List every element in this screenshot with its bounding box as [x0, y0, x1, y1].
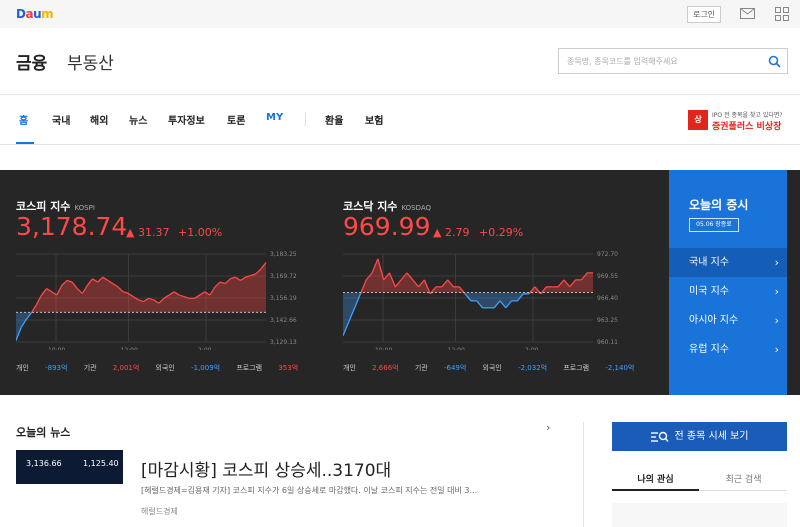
today-market-title: 오늘의 증시: [689, 198, 749, 212]
kosdaq-panel[interactable]: 코스닥 지수 KOSDAQ 969.99 ▲ 2.79 +0.29% 972.70…: [343, 170, 661, 395]
kospi-change-pct: +1.00%: [178, 226, 223, 239]
y-tick-label: 960.11: [597, 339, 618, 346]
login-button[interactable]: 로그인: [687, 6, 721, 23]
tab-my-interest[interactable]: 나의 관심: [612, 472, 699, 485]
y-tick-label: 3,156.19: [270, 295, 297, 302]
kosdaq-investors: 개인 2,666억 기관 -649억 외국인 -2,032억 프로그램 -2,1…: [343, 364, 635, 372]
market-date-badge: 05.06 장종료: [689, 218, 739, 232]
x-tick-label: 12:00: [448, 347, 465, 350]
kospi-chart: 3,183.25 3,169.72 3,156.19 3,142.66 3,129.13…: [16, 251, 297, 350]
ad-tagline: IPO 전 종목을 찾고 있다면?: [712, 112, 783, 119]
divider: [583, 422, 584, 527]
tab-recent-search[interactable]: 최근 검색: [700, 472, 787, 485]
x-tick-label: 2:00: [198, 347, 212, 350]
y-tick-label: 963.25: [597, 317, 618, 324]
tab-active-indicator: [612, 489, 699, 491]
nav-exchange[interactable]: 환율: [325, 112, 343, 127]
x-tick-label: 10:00: [48, 347, 65, 350]
news-section-title: 오늘의 뉴스: [16, 426, 71, 439]
kospi-investors: 개인 -893억 기관 2,001억 외국인 -1,009억 프로그램 353억: [16, 364, 299, 372]
news-thumbnail[interactable]: 3,136.66 1,125.40: [16, 450, 123, 484]
thumb-kospi-figure: 3,136.66: [26, 459, 62, 468]
watch-tabs: 나의 관심 최근 검색: [612, 465, 787, 491]
interest-panel: [612, 503, 787, 527]
mail-icon[interactable]: [740, 8, 755, 19]
search-input[interactable]: [567, 53, 757, 69]
today-market-menu: 오늘의 증시 05.06 장종료 국내 지수 › 미국 지수 › 아시아 지수 › 유…: [669, 170, 787, 395]
finance-title[interactable]: 금융: [16, 49, 47, 74]
search-icon[interactable]: [768, 55, 781, 68]
x-tick-label: 10:00: [375, 347, 392, 350]
thumb-kosdaq-figure: 1,125.40: [83, 459, 119, 468]
y-tick-label: 969.55: [597, 273, 618, 280]
nav-domestic[interactable]: 국내: [52, 112, 70, 127]
y-tick-label: 3,169.72: [270, 273, 297, 280]
y-tick-label: 3,142.66: [270, 317, 297, 324]
up-area: [16, 262, 266, 313]
kosdaq-value: 969.99: [343, 212, 431, 241]
side-item-us[interactable]: 미국 지수 ›: [669, 277, 787, 306]
stockplus-ad[interactable]: 상 IPO 전 종목을 찾고 있다면? 증권플러스 비상장: [688, 109, 800, 133]
chevron-right-icon[interactable]: ›: [546, 421, 550, 434]
nav-discussion[interactable]: 토론: [227, 112, 245, 127]
daum-logo[interactable]: Daum: [16, 7, 54, 21]
stockplus-logo-icon: 상: [688, 110, 708, 130]
y-tick-label: 3,129.13: [270, 339, 297, 346]
nav-my[interactable]: MY: [266, 112, 283, 123]
kosdaq-change-pct: +0.29%: [479, 226, 524, 239]
side-item-domestic[interactable]: 국내 지수 ›: [669, 248, 787, 277]
kospi-panel[interactable]: 코스피 지수 KOSPI 3,178.74 ▲ 31.37 +1.00% 3,18…: [16, 170, 334, 395]
nav-invest-info[interactable]: 투자정보: [168, 112, 205, 127]
top-bar: Daum 로그인: [0, 0, 800, 28]
list-search-icon: [650, 431, 669, 442]
nav-active-indicator: [16, 142, 34, 144]
side-item-europe[interactable]: 유럽 지수 ›: [669, 335, 787, 364]
chevron-right-icon: ›: [774, 256, 779, 269]
kosdaq-change: ▲ 2.79: [433, 226, 470, 239]
x-tick-label: 12:00: [121, 347, 138, 350]
news-headline[interactable]: [마감시황] 코스피 상승세..3170대: [141, 456, 391, 481]
nav-overseas[interactable]: 해외: [90, 112, 108, 127]
main-nav: 홈 국내 해외 뉴스 투자정보 토론 MY 환율 보험 상 IPO 전 종목을 …: [0, 95, 800, 145]
kospi-value: 3,178.74: [16, 212, 128, 241]
chevron-right-icon: ›: [774, 343, 779, 356]
news-snippet[interactable]: [헤럴드경제=김용재 기자] 코스피 지수가 6일 상승세로 마감했다. 이날 …: [141, 485, 551, 496]
nav-divider: [305, 113, 306, 126]
news-source: 헤럴드경제: [141, 507, 178, 516]
nav-insurance[interactable]: 보험: [365, 112, 383, 127]
kospi-change: ▲ 31.37: [126, 226, 170, 239]
ad-title: 증권플러스 비상장: [712, 122, 782, 132]
side-item-asia[interactable]: 아시아 지수 ›: [669, 306, 787, 335]
search-box: [558, 48, 788, 74]
down-area: [343, 292, 593, 336]
x-tick-label: 2:00: [525, 347, 539, 350]
chevron-right-icon: ›: [774, 285, 779, 298]
app-grid-icon[interactable]: [775, 7, 789, 21]
down-area: [16, 312, 266, 341]
nav-home[interactable]: 홈: [19, 112, 28, 127]
y-tick-label: 972.70: [597, 251, 618, 258]
chevron-right-icon: ›: [774, 314, 779, 327]
y-tick-label: 966.40: [597, 295, 618, 302]
realestate-link[interactable]: 부동산: [67, 49, 114, 74]
nav-news[interactable]: 뉴스: [129, 112, 147, 127]
kosdaq-chart: 972.70 969.55 966.40 963.25 960.11 10:00 12:00…: [343, 251, 618, 350]
all-stocks-button[interactable]: 전 종목 시세 보기: [612, 422, 787, 451]
y-tick-label: 3,183.25: [270, 251, 297, 258]
header: 금융 부동산: [0, 28, 800, 95]
